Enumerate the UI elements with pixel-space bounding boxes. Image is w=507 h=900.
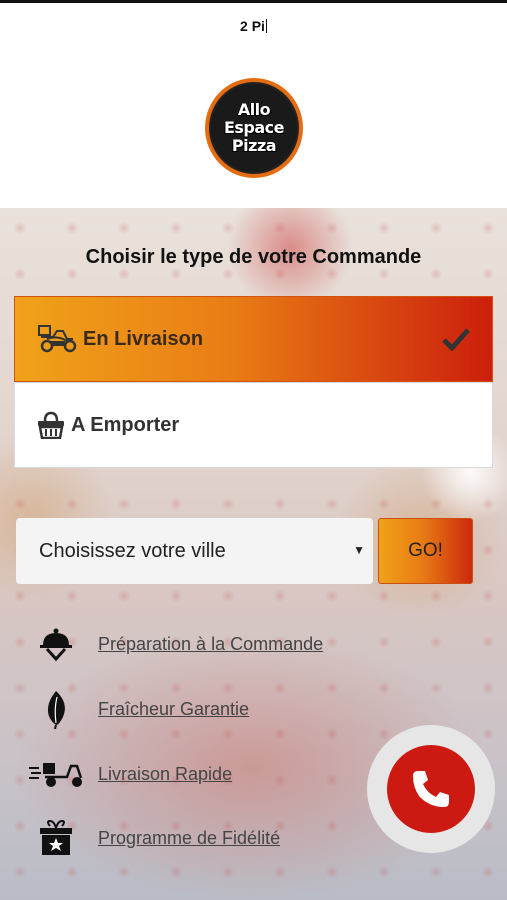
go-button[interactable]: GO!	[378, 518, 473, 584]
basket-icon	[37, 409, 67, 441]
option-takeaway-label: A Emporter	[71, 413, 180, 436]
fast-scooter-icon	[26, 754, 88, 794]
phone-icon	[413, 771, 449, 807]
order-type-title: Choisir le type de votre Commande	[85, 246, 422, 268]
scooter-icon	[37, 323, 79, 355]
dropdown-arrow-icon: ▼	[353, 543, 365, 557]
feature-preparation: Préparation à la Commande	[0, 624, 507, 664]
call-button-inner	[387, 745, 475, 833]
feature-delivery-link[interactable]: Livraison Rapide	[98, 764, 232, 785]
top-border	[0, 0, 507, 3]
logo-text: Allo Espace Pizza	[223, 100, 285, 155]
top-status-text: 2 Pi	[240, 18, 267, 34]
city-select[interactable]: Choisissez votre ville ▼	[16, 518, 373, 584]
feature-preparation-link[interactable]: Préparation à la Commande	[98, 634, 323, 655]
feature-freshness: Fraîcheur Garantie	[0, 689, 507, 729]
cloche-icon	[30, 624, 82, 664]
option-delivery[interactable]: En Livraison	[14, 296, 493, 382]
feature-freshness-link[interactable]: Fraîcheur Garantie	[98, 699, 249, 720]
feature-loyalty-link[interactable]: Programme de Fidélité	[98, 828, 280, 849]
brand-logo[interactable]: Allo Espace Pizza	[205, 78, 303, 178]
city-select-value: Choisissez votre ville	[39, 539, 226, 562]
call-button[interactable]	[367, 725, 495, 853]
option-takeaway[interactable]: A Emporter	[14, 382, 493, 468]
leaf-icon	[30, 689, 82, 729]
checkmark-icon	[442, 328, 470, 351]
option-delivery-label: En Livraison	[83, 327, 204, 350]
gift-icon	[30, 818, 82, 858]
